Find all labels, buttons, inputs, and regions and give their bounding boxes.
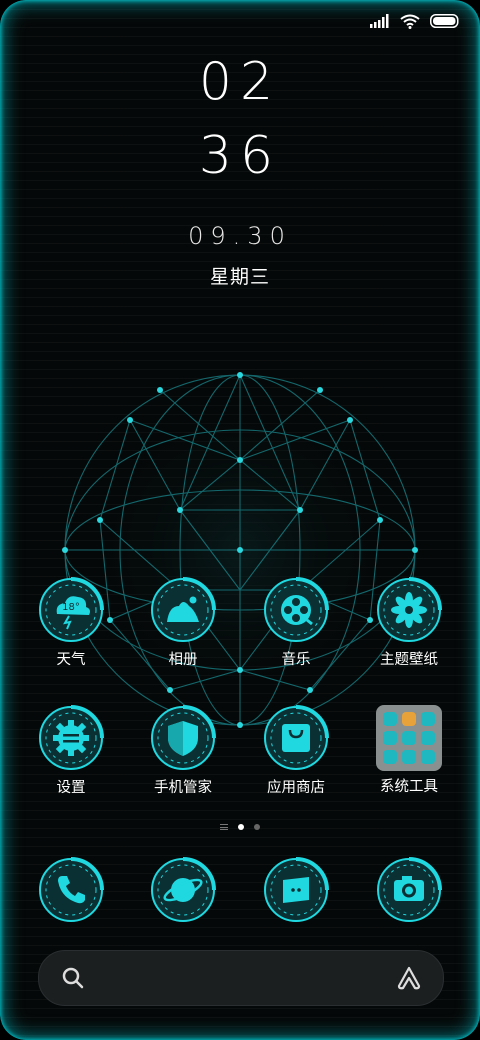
- status-bar: [370, 10, 460, 32]
- search-bar[interactable]: [38, 950, 444, 1006]
- messages-icon: [262, 856, 330, 924]
- clock-date: 09.30: [188, 222, 292, 250]
- mini-app-icon: [401, 712, 416, 727]
- app-security[interactable]: 手机管家: [128, 704, 238, 797]
- app-store[interactable]: 应用商店: [241, 704, 351, 797]
- search-icon[interactable]: [61, 966, 85, 990]
- app-label-themes: 主题壁纸: [380, 652, 438, 668]
- dock-phone[interactable]: [16, 856, 126, 924]
- clock-hour[interactable]: 02: [0, 52, 480, 112]
- gallery-icon: [149, 576, 217, 644]
- mini-app-icon: [420, 749, 435, 764]
- mini-app-icon: [383, 712, 398, 727]
- page-indicator[interactable]: [0, 824, 480, 830]
- clock-minute[interactable]: 36: [0, 126, 480, 186]
- app-themes[interactable]: 主题壁纸: [354, 576, 464, 669]
- app-label-settings: 设置: [56, 780, 86, 796]
- app-label-security: 手机管家: [154, 780, 212, 796]
- assistant-icon[interactable]: [395, 964, 423, 992]
- mini-app-icon: [383, 749, 398, 764]
- mini-app-icon: [401, 749, 416, 764]
- camera-icon: [375, 856, 443, 924]
- weather-temperature: 18°: [62, 602, 80, 613]
- app-settings[interactable]: 设置: [16, 704, 126, 797]
- appstore-icon: [262, 704, 330, 772]
- folder-system-tools[interactable]: 系统工具: [354, 704, 464, 796]
- music-icon: [262, 576, 330, 644]
- app-gallery[interactable]: 相册: [128, 576, 238, 669]
- themes-icon: [375, 576, 443, 644]
- wireframe-globe-wallpaper: [62, 372, 418, 728]
- mini-app-icon: [383, 730, 398, 745]
- wifi-icon: [400, 14, 420, 29]
- dock-messages[interactable]: [241, 856, 351, 924]
- mini-app-icon: [420, 730, 435, 745]
- dock-browser[interactable]: [128, 856, 238, 924]
- dock-camera[interactable]: [354, 856, 464, 924]
- security-icon: [149, 704, 217, 772]
- app-label-weather: 天气: [56, 652, 86, 668]
- home-screen: 02 36 09.30 星期三 18° 天气 相册 音乐 主题壁纸 设置 手机管…: [0, 0, 480, 1040]
- battery-icon: [430, 14, 459, 28]
- page-dot-active: [238, 824, 244, 830]
- app-label-store: 应用商店: [267, 780, 325, 796]
- app-music[interactable]: 音乐: [241, 576, 351, 669]
- browser-icon: [149, 856, 217, 924]
- app-label-folder: 系统工具: [380, 779, 438, 795]
- folder-icon: [376, 705, 442, 771]
- mini-app-icon: [420, 712, 435, 727]
- app-label-music: 音乐: [281, 652, 311, 668]
- clock-weekday: 星期三: [209, 266, 270, 288]
- weather-icon: 18°: [37, 576, 105, 644]
- signal-icon: [370, 14, 389, 28]
- app-label-gallery: 相册: [168, 652, 198, 668]
- page-overview-icon: [220, 824, 228, 830]
- phone-icon: [37, 856, 105, 924]
- mini-app-icon: [401, 730, 416, 745]
- settings-icon: [37, 704, 105, 772]
- page-dot: [254, 824, 260, 830]
- app-weather[interactable]: 18° 天气: [16, 576, 126, 669]
